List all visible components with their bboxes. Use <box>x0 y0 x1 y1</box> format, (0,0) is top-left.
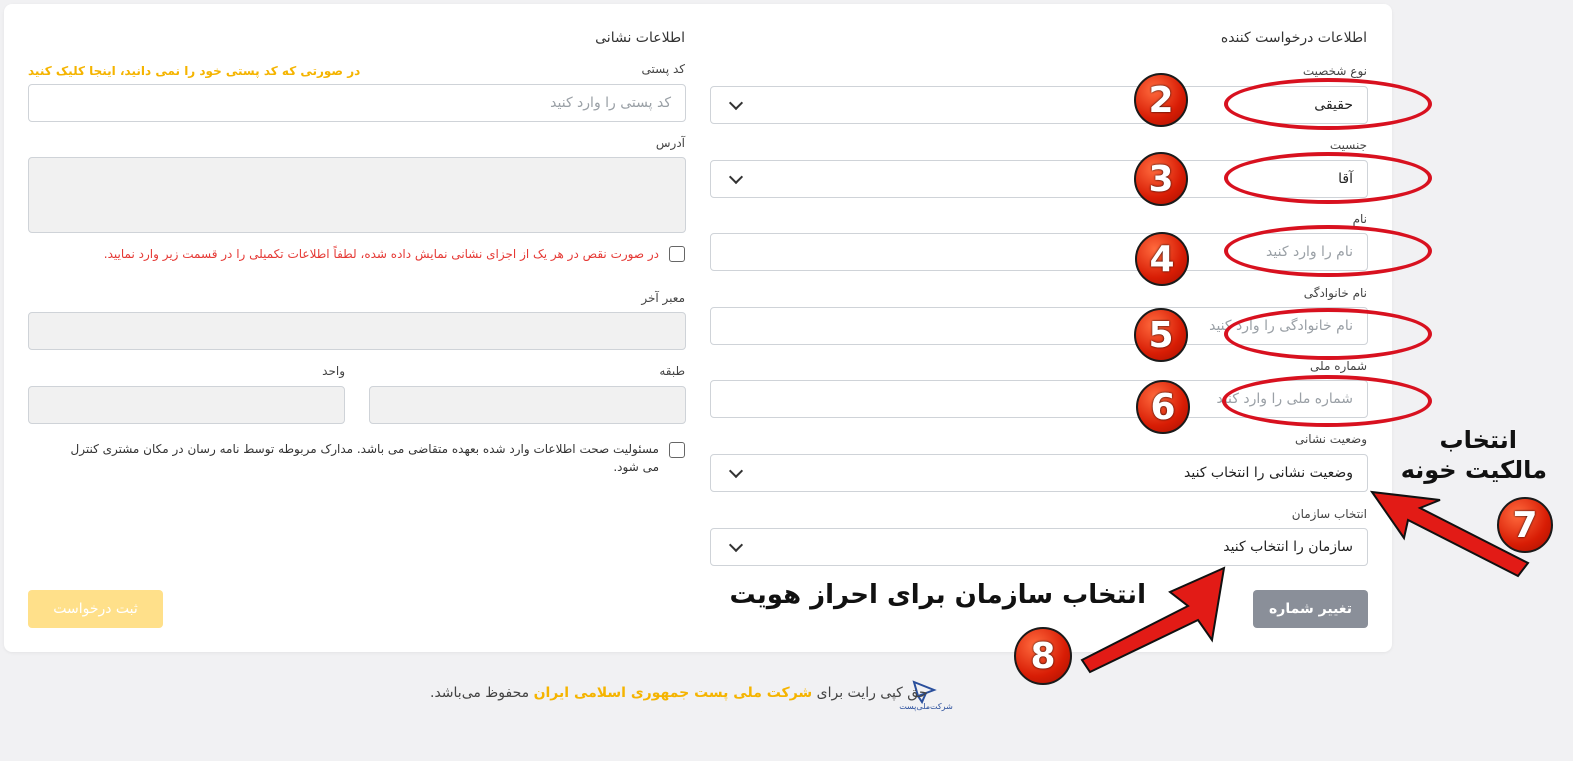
organization-select[interactable]: سازمان را انتخاب کنید <box>710 528 1368 566</box>
applicant-info-title: اطلاعات درخواست کننده <box>1220 30 1367 46</box>
step-badge-2: 2 <box>1134 73 1188 127</box>
company-link[interactable]: شرکت ملی پست جمهوری اسلامی ایران <box>534 685 813 701</box>
chevron-down-icon <box>728 463 744 479</box>
change-number-button[interactable]: تغییر شماره <box>1253 590 1368 628</box>
unit-input[interactable] <box>28 386 345 424</box>
postal-code-placeholder: کد پستی را وارد کنید <box>550 95 671 111</box>
copyright-suffix: محفوظ می‌باشد. <box>430 685 530 701</box>
highlight-oval <box>1224 152 1432 204</box>
last-passage-input[interactable] <box>28 312 686 350</box>
responsibility-checkbox[interactable] <box>669 442 685 458</box>
floor-label: طبقه <box>659 364 685 378</box>
step-badge-7: 7 <box>1497 497 1553 553</box>
copyright-prefix: حق کپی رایت برای <box>816 685 928 701</box>
annotation-label-7-line1: انتخاب <box>1439 426 1517 454</box>
responsibility-note-line2: می شود. <box>613 460 659 474</box>
step-badge-4: 4 <box>1135 232 1189 286</box>
post-logo-text: شرکت‌ملی‌پست <box>899 702 953 711</box>
highlight-oval <box>1224 225 1432 277</box>
organization-label: انتخاب سازمان <box>1291 507 1367 521</box>
organization-value: سازمان را انتخاب کنید <box>1223 539 1353 555</box>
address-info-title: اطلاعات نشانی <box>595 30 685 46</box>
annotation-label-8: انتخاب سازمان برای احراز هویت <box>729 580 1146 610</box>
person-type-label: نوع شخصیت <box>1302 64 1367 78</box>
highlight-oval <box>1222 375 1432 427</box>
submit-request-button[interactable]: ثبت درخواست <box>28 590 163 628</box>
highlight-oval <box>1224 78 1432 130</box>
annotation-label-7-line2: مالکیت خونه <box>1400 456 1547 484</box>
floor-input[interactable] <box>369 386 686 424</box>
step-badge-5: 5 <box>1134 308 1188 362</box>
address-textarea[interactable] <box>28 157 686 233</box>
address-status-select[interactable]: وضعیت نشانی را انتخاب کنید <box>710 454 1368 492</box>
address-status-value: وضعیت نشانی را انتخاب کنید <box>1184 465 1353 481</box>
chevron-down-icon <box>728 169 744 185</box>
address-status-label: وضعیت نشانی <box>1294 432 1367 446</box>
chevron-down-icon <box>728 95 744 111</box>
incomplete-address-note: در صورت نقص در هر یک از اجزای نشانی نمای… <box>103 247 659 261</box>
postal-code-label: کد پستی <box>641 62 686 76</box>
gender-label: جنسیت <box>1329 138 1367 152</box>
copyright-text: حق کپی رایت برای شرکت ملی پست جمهوری اسل… <box>430 685 928 701</box>
last-passage-label: معبر آخر <box>641 291 685 305</box>
unit-label: واحد <box>322 364 345 378</box>
last-name-label: نام خانوادگی <box>1303 286 1367 300</box>
national-id-label: شماره ملی <box>1310 359 1367 373</box>
step-badge-6: 6 <box>1136 380 1190 434</box>
highlight-oval <box>1224 308 1432 360</box>
step-badge-3: 3 <box>1134 152 1188 206</box>
first-name-label: نام <box>1352 212 1367 226</box>
incomplete-address-checkbox[interactable] <box>669 246 685 262</box>
chevron-down-icon <box>728 537 744 553</box>
address-label: آدرس <box>655 136 685 150</box>
responsibility-note-line1: مسئولیت صحت اطلاعات وارد شده بعهده متقاض… <box>70 442 659 456</box>
postal-code-input[interactable]: کد پستی را وارد کنید <box>28 84 686 122</box>
postal-code-help-link[interactable]: در صورتی که کد پستی خود را نمی دانید، ای… <box>28 64 360 78</box>
step-badge-8: 8 <box>1014 627 1072 685</box>
